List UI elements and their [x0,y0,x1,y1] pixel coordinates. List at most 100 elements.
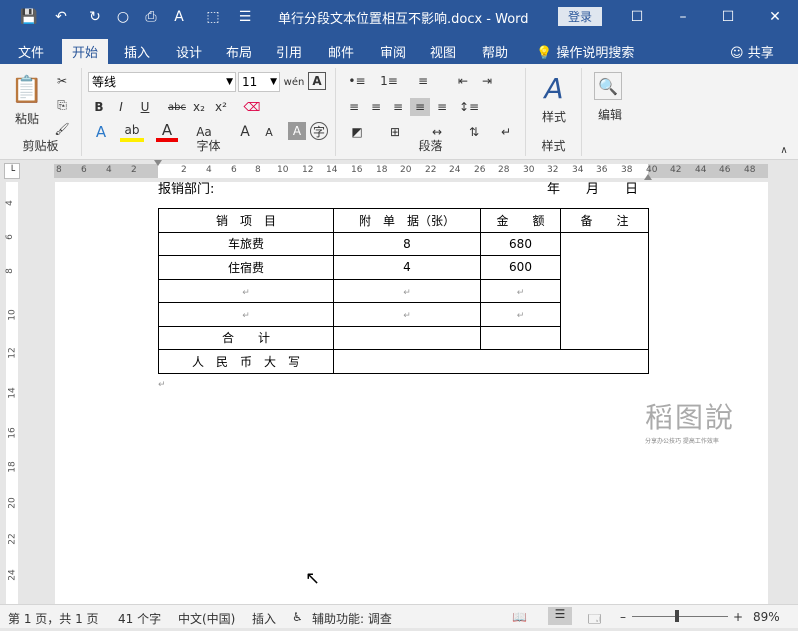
format-painter-icon[interactable]: 🖌 [52,120,72,138]
align-center-icon[interactable]: ≡ [366,98,386,116]
circle-icon[interactable]: ○ [112,7,134,27]
increase-indent-icon[interactable]: ⇥ [476,72,498,90]
tab-insert[interactable]: 插入 [114,39,160,64]
document-page[interactable]: 报销部门: 年 月 日 销 项 目 附 单 据（张） 金 额 备 注 车旅费 8… [55,182,768,604]
table-cell[interactable]: ↵ [480,278,561,303]
justify-icon[interactable]: ≡ [410,98,430,116]
align-left-icon[interactable]: ≡ [344,98,364,116]
tab-design[interactable]: 设计 [166,39,212,64]
table-cell[interactable] [333,325,481,350]
tab-home[interactable]: 开始 [62,39,109,64]
total-label-cell[interactable]: 合 计 [158,325,334,350]
undo-icon[interactable]: ↶ [50,7,72,27]
numbering-icon[interactable]: 1≡ [376,72,402,90]
multilevel-list-icon[interactable]: ≡ [410,72,436,90]
table-cell[interactable]: 车旅费 [158,231,334,256]
accessibility-status[interactable]: 辅助功能: 调查 [312,610,392,627]
table-cell[interactable]: 4 [333,255,481,280]
font-color-icon[interactable]: A [168,7,190,27]
amount-in-words-label[interactable]: 人 民 币 大 写 [158,349,334,374]
close-icon[interactable]: ✕ [760,5,790,29]
styles-label[interactable]: 样式 [530,108,578,124]
clear-formatting-icon[interactable]: ⌫ [242,98,262,116]
tab-references[interactable]: 引用 [266,39,312,64]
table-cell[interactable]: 8 [333,231,481,256]
print-icon[interactable]: ⎙ [140,7,162,27]
tab-file[interactable]: 文件 [8,39,54,64]
phonetic-guide-icon[interactable]: wén [284,72,305,92]
tab-mailings[interactable]: 邮件 [318,39,364,64]
font-name-combo[interactable]: 等线 ▼ [88,72,236,92]
login-button[interactable]: 登录 [558,7,602,26]
underline-icon[interactable]: U [134,98,156,116]
share-button[interactable]: ☺ 共享 [730,42,774,61]
cell-end-mark: ↵ [242,287,250,298]
select-icon[interactable]: ⬚ [202,7,224,27]
table-cell[interactable]: ↵ [333,278,481,303]
maximize-icon[interactable]: ☐ [713,5,743,29]
zoom-slider[interactable] [632,616,728,617]
table-cell[interactable]: ↵ [333,302,481,327]
align-right-icon[interactable]: ≡ [388,98,408,116]
table-header-cell[interactable]: 销 项 目 [158,208,334,233]
tab-review[interactable]: 审阅 [370,39,416,64]
bold-icon[interactable]: B [90,98,108,116]
table-cell[interactable]: 住宿费 [158,255,334,280]
paste-icon[interactable]: 📋 [8,72,46,108]
collapse-ribbon-icon[interactable]: ∧ [776,144,792,156]
italic-icon[interactable]: I [112,98,130,116]
accessibility-icon[interactable]: ♿ [292,610,303,624]
table-cell[interactable]: ↵ [480,302,561,327]
page-count[interactable]: 第 1 页，共 1 页 [8,610,99,627]
editing-label[interactable]: 编辑 [586,106,634,122]
copy-icon[interactable]: ⎘ [52,96,72,114]
font-size-combo[interactable]: 11 ▼ [238,72,280,92]
minimize-icon[interactable]: – [668,5,698,29]
zoom-level[interactable]: 89% [753,610,780,624]
table-cell[interactable]: ↵ [158,278,334,303]
save-icon[interactable]: 💾 [18,7,40,27]
clipboard-group: 📋 粘贴 ✂ ⎘ 🖌 剪贴板 [0,68,82,156]
table-header-cell[interactable]: 金 额 [480,208,561,233]
zoom-slider-thumb[interactable] [675,610,679,622]
table-cell[interactable]: 600 [480,255,561,280]
print-layout-icon[interactable]: ☰ [548,607,572,625]
read-mode-icon[interactable]: 📖 [512,610,527,624]
char-border-icon[interactable]: A [308,72,326,90]
line-spacing-icon[interactable]: ↕≡ [454,98,484,116]
table-cell[interactable]: 680 [480,231,561,256]
amount-in-words-value[interactable] [333,349,649,374]
customize-icon[interactable]: ☰ [234,7,256,27]
table-header-cell[interactable]: 附 单 据（张） [333,208,481,233]
tell-me-search[interactable]: 💡 操作说明搜索 [536,42,634,61]
zoom-out-icon[interactable]: – [620,610,626,624]
redo-icon[interactable]: ↻ [84,7,106,27]
subscript-icon[interactable]: x₂ [190,98,208,116]
table-header-cell[interactable]: 备 注 [560,208,649,233]
bullets-icon[interactable]: •≡ [344,72,370,90]
table-cell[interactable]: ↵ [158,302,334,327]
paste-label[interactable]: 粘贴 [8,110,46,126]
styles-icon[interactable]: A [536,72,572,105]
remarks-merged-cell[interactable] [560,231,649,350]
zoom-in-icon[interactable]: + [733,610,743,624]
tab-help[interactable]: 帮助 [472,39,518,64]
superscript-icon[interactable]: x² [212,98,230,116]
tab-layout[interactable]: 布局 [216,39,262,64]
tab-selector-icon[interactable]: └ [4,163,20,179]
find-icon[interactable]: 🔍 [594,72,622,100]
word-count[interactable]: 41 个字 [118,610,161,627]
right-indent-marker[interactable] [644,172,652,180]
decrease-indent-icon[interactable]: ⇤ [452,72,474,90]
first-line-indent-marker[interactable] [154,160,162,168]
strikethrough-icon[interactable]: abc [166,98,188,116]
ribbon-display-icon[interactable]: ☐ [622,5,652,29]
expense-table[interactable]: 销 项 目 附 单 据（张） 金 额 备 注 车旅费 8 680 住宿费 4 6… [158,208,649,374]
vertical-scrollbar[interactable] [780,182,798,604]
language-indicator[interactable]: 中文(中国) [178,610,235,627]
insert-mode[interactable]: 插入 [252,610,276,627]
cut-icon[interactable]: ✂ [52,72,72,90]
table-cell[interactable] [480,325,561,350]
tab-view[interactable]: 视图 [420,39,466,64]
distributed-icon[interactable]: ≡ [432,98,452,116]
